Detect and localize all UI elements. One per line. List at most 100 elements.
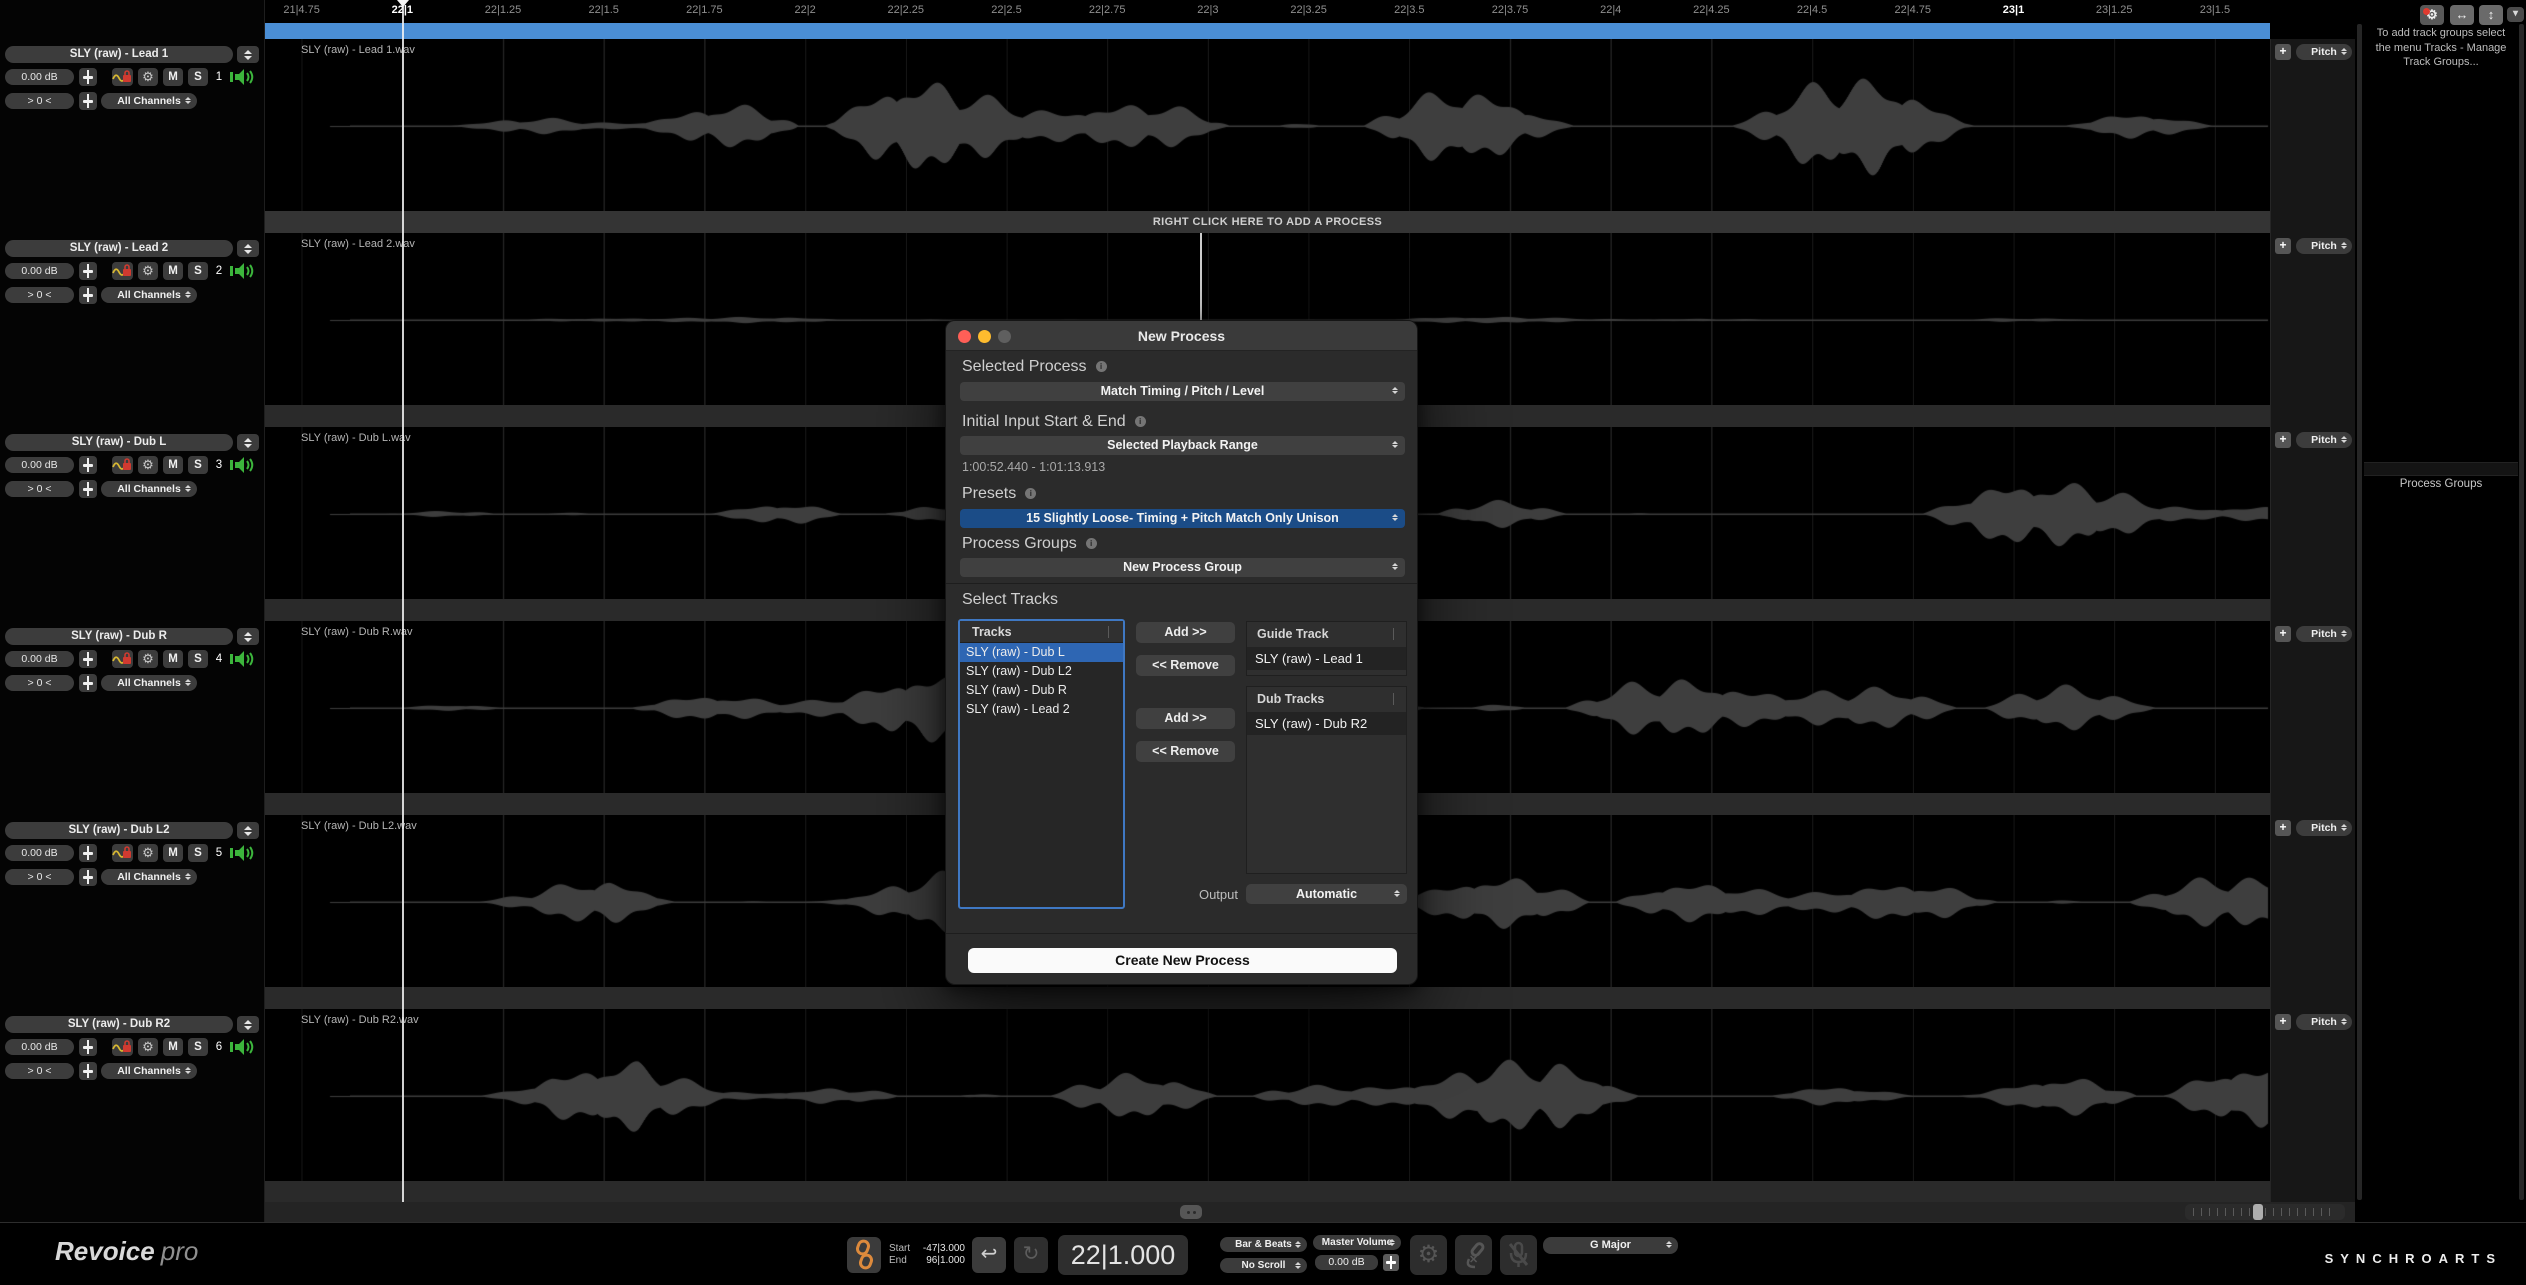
fader-button[interactable]: [79, 262, 97, 280]
gain-field[interactable]: 0.00 dB: [5, 845, 74, 861]
zoom-slider-handle[interactable]: [2253, 1204, 2263, 1220]
process-strip[interactable]: [265, 1181, 2270, 1203]
threshold-field[interactable]: > 0 <: [5, 1063, 74, 1079]
pitch-dropdown[interactable]: Pitch: [2296, 432, 2352, 448]
track-name-button[interactable]: SLY (raw) - Dub R2: [5, 1016, 233, 1033]
master-volume-dropdown[interactable]: Master Volume: [1313, 1235, 1401, 1250]
remove-guide-button[interactable]: << Remove: [1136, 655, 1235, 676]
gain-field[interactable]: 0.00 dB: [5, 69, 74, 85]
add-process-strip[interactable]: RIGHT CLICK HERE TO ADD A PROCESS: [265, 211, 2270, 233]
reorder-button[interactable]: [237, 46, 259, 63]
add-process-button[interactable]: +: [2275, 626, 2291, 642]
settings-gear-icon[interactable]: ⚙: [138, 68, 158, 86]
close-button[interactable]: [958, 330, 971, 343]
process-strip[interactable]: [265, 987, 2270, 1009]
fader-button[interactable]: [79, 456, 97, 474]
time-display[interactable]: 22|1.000: [1058, 1235, 1188, 1275]
speaker-icon[interactable]: [229, 67, 257, 87]
mute-button[interactable]: M: [163, 650, 183, 668]
threshold-field[interactable]: > 0 <: [5, 481, 74, 497]
loop-button[interactable]: ↻: [1014, 1237, 1048, 1273]
track-list-item[interactable]: SLY (raw) - Dub L: [960, 643, 1123, 662]
fader-button[interactable]: [79, 650, 97, 668]
playback-selection-bar[interactable]: [265, 23, 2270, 39]
gain-field[interactable]: 0.00 dB: [5, 651, 74, 667]
channels-dropdown[interactable]: All Channels: [101, 481, 197, 497]
settings-gear-icon[interactable]: ⚙: [138, 456, 158, 474]
settings-gear-icon[interactable]: ⚙: [138, 650, 158, 668]
pitch-dropdown[interactable]: Pitch: [2296, 820, 2352, 836]
add-process-button[interactable]: +: [2275, 44, 2291, 60]
undo-button[interactable]: ↩: [972, 1237, 1006, 1273]
dub-tracks-item[interactable]: SLY (raw) - Dub R2: [1247, 712, 1406, 735]
key-signature-dropdown[interactable]: G Major: [1543, 1237, 1678, 1254]
fader-button[interactable]: [79, 1038, 97, 1056]
channels-dropdown[interactable]: All Channels: [101, 93, 197, 109]
pitch-dropdown[interactable]: Pitch: [2296, 1014, 2352, 1030]
master-volume-value[interactable]: 0.00 dB: [1315, 1255, 1378, 1270]
selected-process-dropdown[interactable]: Match Timing / Pitch / Level: [960, 382, 1405, 401]
remove-dub-button[interactable]: << Remove: [1136, 741, 1235, 762]
process-groups-dropdown[interactable]: New Process Group: [960, 558, 1405, 577]
solo-button[interactable]: S: [188, 262, 208, 280]
sidebar-divider[interactable]: [2364, 462, 2518, 476]
mute-button[interactable]: M: [163, 68, 183, 86]
mute-button[interactable]: M: [163, 262, 183, 280]
scroll-mode-dropdown[interactable]: No Scroll: [1220, 1258, 1307, 1273]
guide-track-item[interactable]: SLY (raw) - Lead 1: [1247, 647, 1406, 670]
sidebar-collapse-button[interactable]: ▾: [2507, 7, 2524, 22]
gain-field[interactable]: 0.00 dB: [5, 457, 74, 473]
scrollbar-handle[interactable]: [1180, 1205, 1202, 1219]
output-dropdown[interactable]: Automatic: [1246, 884, 1407, 904]
track-list-item[interactable]: SLY (raw) - Dub L2: [960, 662, 1123, 681]
add-process-button[interactable]: +: [2275, 1014, 2291, 1030]
waveform-lock-icon[interactable]: [112, 456, 133, 474]
threshold-field[interactable]: > 0 <: [5, 287, 74, 303]
fader-button[interactable]: [79, 1062, 97, 1080]
channels-dropdown[interactable]: All Channels: [101, 675, 197, 691]
pitch-dropdown[interactable]: Pitch: [2296, 238, 2352, 254]
speaker-icon[interactable]: [229, 1037, 257, 1057]
monitor-input-button[interactable]: [1500, 1235, 1537, 1275]
mute-button[interactable]: M: [163, 844, 183, 862]
reorder-button[interactable]: [237, 1016, 259, 1033]
speaker-icon[interactable]: [229, 455, 257, 475]
threshold-field[interactable]: > 0 <: [5, 869, 74, 885]
speaker-icon[interactable]: [229, 649, 257, 669]
initial-input-dropdown[interactable]: Selected Playback Range: [960, 436, 1405, 455]
fader-button[interactable]: [79, 92, 97, 110]
presets-dropdown[interactable]: 15 Slightly Loose- Timing + Pitch Match …: [960, 509, 1405, 528]
add-dub-button[interactable]: Add >>: [1136, 708, 1235, 729]
timeline-ruler[interactable]: 21|4.7522|122|1.2522|1.522|1.7522|222|2.…: [265, 0, 2355, 23]
zoom-slider[interactable]: [2185, 1204, 2345, 1220]
track-name-button[interactable]: SLY (raw) - Lead 1: [5, 46, 233, 63]
add-process-button[interactable]: +: [2275, 238, 2291, 254]
fader-button[interactable]: [79, 868, 97, 886]
mute-button[interactable]: M: [163, 456, 183, 474]
sidebar-scrollbar-left[interactable]: [2357, 24, 2362, 1200]
master-fader-button[interactable]: [1383, 1254, 1399, 1271]
waveform-lock-icon[interactable]: [112, 1038, 133, 1056]
reorder-button[interactable]: [237, 434, 259, 451]
mute-button[interactable]: M: [163, 1038, 183, 1056]
solo-button[interactable]: S: [188, 650, 208, 668]
pitch-dropdown[interactable]: Pitch: [2296, 626, 2352, 642]
solo-button[interactable]: S: [188, 844, 208, 862]
add-process-button[interactable]: +: [2275, 432, 2291, 448]
track-name-button[interactable]: SLY (raw) - Lead 2: [5, 240, 233, 257]
create-new-process-button[interactable]: Create New Process: [968, 948, 1397, 973]
speaker-icon[interactable]: [229, 843, 257, 863]
info-icon[interactable]: i: [1134, 416, 1146, 427]
process-settings-button[interactable]: ⚙: [1410, 1235, 1447, 1275]
track-name-button[interactable]: SLY (raw) - Dub L: [5, 434, 233, 451]
threshold-field[interactable]: > 0 <: [5, 93, 74, 109]
fader-button[interactable]: [79, 286, 97, 304]
info-icon[interactable]: i: [1095, 361, 1107, 372]
threshold-field[interactable]: > 0 <: [5, 675, 74, 691]
track-list-item[interactable]: SLY (raw) - Lead 2: [960, 700, 1123, 719]
playhead-marker-icon[interactable]: [397, 0, 409, 7]
track-name-button[interactable]: SLY (raw) - Dub L2: [5, 822, 233, 839]
solo-button[interactable]: S: [188, 456, 208, 474]
track-list-item[interactable]: SLY (raw) - Dub R: [960, 681, 1123, 700]
waveform-lock-icon[interactable]: [112, 650, 133, 668]
